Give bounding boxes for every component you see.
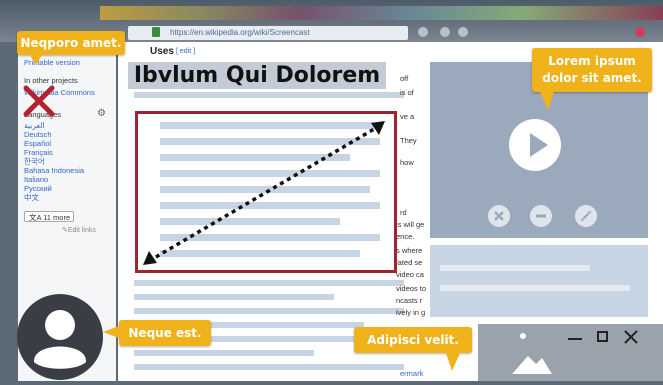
more-languages-label: 11 more <box>43 213 71 222</box>
maximize-icon[interactable] <box>597 331 608 342</box>
callout-avatar: Neque est. <box>119 320 211 346</box>
article-text-fragment: They <box>400 136 417 145</box>
text-line <box>134 294 334 300</box>
resize-arrow-icon <box>143 121 385 265</box>
sidebar-language-item[interactable]: 中文 <box>24 193 39 202</box>
article-text-fragment: rd <box>400 208 407 217</box>
callout-pointer <box>540 92 554 110</box>
minimize-icon <box>536 214 546 218</box>
minimize-video-button[interactable] <box>530 205 552 227</box>
callout-pointer <box>103 326 119 338</box>
text-line <box>134 280 404 286</box>
callout-top-right-line2: dolor sit amet. <box>542 71 642 85</box>
edit-links[interactable]: ✎Edit links <box>62 226 96 234</box>
text-line <box>440 265 590 271</box>
callout-pointer <box>446 353 460 371</box>
browser-tab-strip[interactable] <box>100 6 663 20</box>
sidebar-language-item[interactable]: Italiano <box>24 175 48 184</box>
article-text-fragment: videos to <box>396 284 427 293</box>
article-text-fragment: is will ge <box>396 220 425 229</box>
article-text-fragment: ively in g <box>396 308 426 317</box>
text-line <box>134 308 404 314</box>
article-text-fragment: is of <box>400 88 414 97</box>
minimize-icon[interactable] <box>568 338 582 340</box>
callout-top-right: Lorem ipsum dolor sit amet. <box>532 48 652 92</box>
more-languages-button[interactable]: 文A 11 more <box>24 211 74 222</box>
image-icon <box>512 333 552 374</box>
section-edit-link[interactable]: [ edit ] <box>176 48 195 55</box>
sidebar-language-item[interactable]: 한국어 <box>24 157 45 166</box>
close-icon[interactable] <box>624 330 638 344</box>
text-line <box>134 350 314 356</box>
extension-icon[interactable] <box>458 27 468 37</box>
extension-icon[interactable] <box>635 27 645 37</box>
article-text-fragment: s where <box>396 246 423 255</box>
lock-icon <box>152 27 160 37</box>
article-text-fragment: ermark <box>400 369 424 378</box>
sidebar-language-item[interactable]: العربية <box>24 121 45 130</box>
fullscreen-video-button[interactable] <box>575 205 597 227</box>
callout-image: Adipisci velit. <box>354 327 472 353</box>
sidebar-language-item[interactable]: Français <box>24 148 53 157</box>
sidebar-language-item[interactable]: Bahasa Indonesia <box>24 166 84 175</box>
x-mark-icon <box>23 85 55 117</box>
blurred-content-block <box>430 245 648 317</box>
article-text-fragment: how <box>400 158 414 167</box>
text-line <box>440 285 630 291</box>
headline-overlay: Ibvlum Qui Dolorem <box>128 62 386 89</box>
article-text-fragment: off <box>400 74 409 83</box>
gear-icon[interactable]: ⚙ <box>97 109 106 119</box>
play-icon <box>530 133 548 157</box>
close-icon <box>494 211 504 221</box>
address-bar-url: https://en.wikipedia.org/wiki/Screencast <box>170 28 310 37</box>
sidebar-language-item[interactable]: Русский <box>24 184 52 193</box>
play-button[interactable] <box>509 119 561 171</box>
callout-top-left: Neqporo amet. <box>17 31 125 55</box>
callout-pointer <box>30 55 42 65</box>
expand-icon <box>581 211 591 221</box>
text-line <box>134 364 404 370</box>
article-text-fragment: ncasts r <box>396 296 423 305</box>
text-line <box>134 92 404 98</box>
user-avatar <box>17 294 103 380</box>
extension-icon[interactable] <box>440 27 450 37</box>
callout-top-right-line1: Lorem ipsum <box>548 54 636 68</box>
article-text-fragment: ve a <box>400 112 415 121</box>
user-avatar-icon <box>34 310 86 369</box>
sidebar-language-item[interactable]: Español <box>24 139 51 148</box>
article-text-fragment: ence. <box>396 232 415 241</box>
article-text-fragment: video ca <box>396 270 424 279</box>
close-video-button[interactable] <box>488 205 510 227</box>
article-text-fragment: lated se <box>396 258 423 267</box>
extension-icon[interactable] <box>418 27 428 37</box>
edit-links-label: Edit links <box>67 227 96 234</box>
sidebar-language-item[interactable]: Deutsch <box>24 130 52 139</box>
section-title: Uses <box>150 46 174 57</box>
translate-icon: 文A <box>29 213 42 222</box>
